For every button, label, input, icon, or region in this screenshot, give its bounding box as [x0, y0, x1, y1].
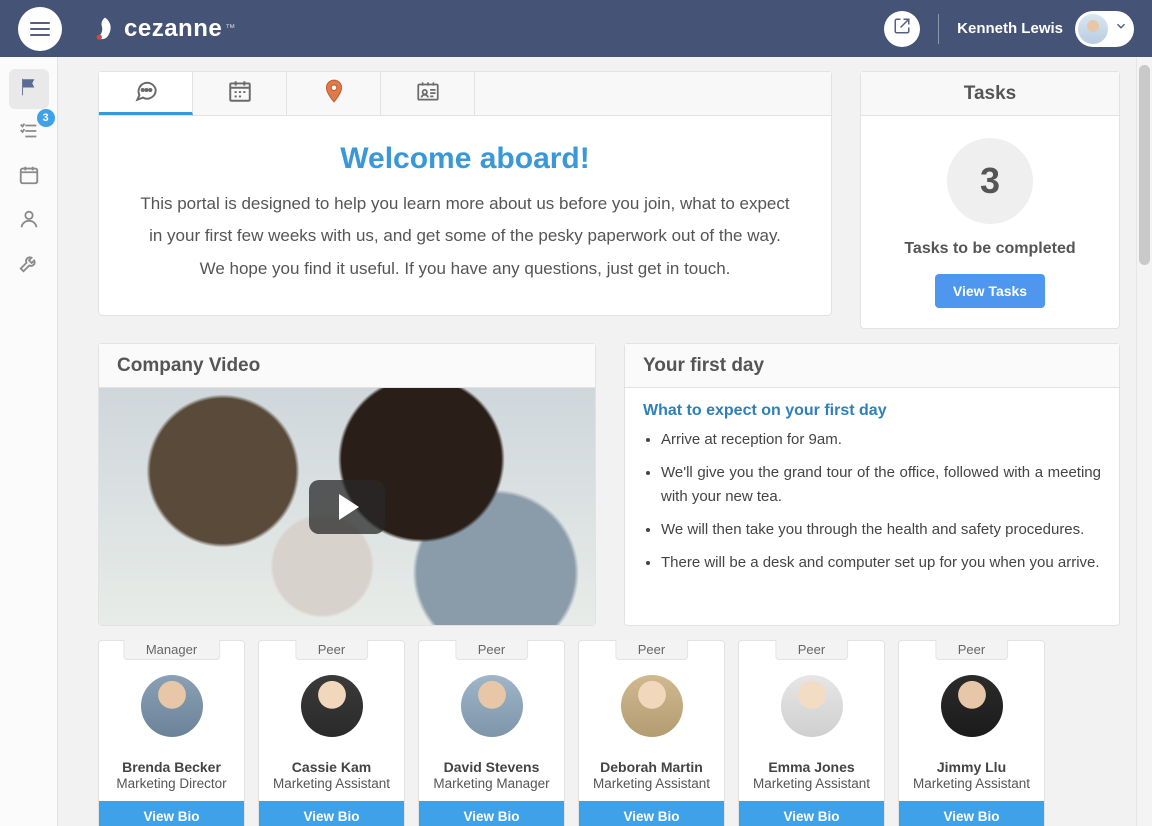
tab-messages[interactable]	[99, 72, 193, 115]
chevron-down-icon	[1114, 19, 1128, 38]
person-title: Marketing Manager	[429, 776, 553, 791]
role-chip: Peer	[615, 640, 688, 660]
first-day-subheading: What to expect on your first day	[643, 402, 1101, 420]
person-card: Peer Deborah Martin Marketing Assistant …	[578, 640, 725, 826]
first-day-item: We will then take you through the health…	[661, 518, 1101, 541]
avatar	[301, 675, 363, 737]
compose-button[interactable]	[884, 11, 920, 47]
person-card: Peer Jimmy Llu Marketing Assistant View …	[898, 640, 1045, 826]
welcome-card: Welcome aboard! This portal is designed …	[98, 71, 832, 316]
first-day-item: We'll give you the grand tour of the off…	[661, 461, 1101, 508]
person-title: Marketing Assistant	[269, 776, 394, 791]
play-button[interactable]	[309, 480, 385, 534]
hamburger-icon	[30, 22, 50, 36]
brand-name: cezanne	[124, 15, 222, 43]
person-card: Peer Cassie Kam Marketing Assistant View…	[258, 640, 405, 826]
person-name: Brenda Becker	[122, 759, 221, 775]
avatar	[461, 675, 523, 737]
avatar	[141, 675, 203, 737]
view-tasks-button[interactable]: View Tasks	[935, 274, 1045, 308]
tab-strip-spacer	[475, 72, 831, 115]
left-nav-rail: 3	[0, 57, 58, 826]
view-bio-button[interactable]: View Bio	[419, 801, 564, 826]
role-chip: Peer	[455, 640, 528, 660]
wrench-icon	[18, 252, 40, 279]
flag-icon	[18, 76, 40, 103]
divider	[938, 14, 939, 44]
rail-people[interactable]	[9, 201, 49, 241]
first-day-panel: Your first day What to expect on your fi…	[624, 343, 1120, 626]
person-name: Emma Jones	[768, 759, 854, 775]
welcome-text: This portal is designed to help you lear…	[135, 188, 795, 285]
id-card-icon	[415, 78, 441, 109]
calendar-icon	[18, 164, 40, 191]
tab-location[interactable]	[287, 72, 381, 115]
avatar	[621, 675, 683, 737]
vertical-scrollbar[interactable]	[1136, 57, 1152, 826]
person-card: Peer David Stevens Marketing Manager Vie…	[418, 640, 565, 826]
tasks-heading: Tasks	[861, 72, 1119, 116]
view-bio-button[interactable]: View Bio	[739, 801, 884, 826]
scrollbar-thumb[interactable]	[1139, 65, 1150, 265]
first-day-heading: Your first day	[625, 344, 1119, 388]
rail-settings[interactable]	[9, 245, 49, 285]
role-chip: Manager	[123, 640, 220, 660]
rail-tasks[interactable]: 3	[9, 113, 49, 153]
video-heading: Company Video	[99, 344, 595, 388]
menu-toggle-button[interactable]	[18, 7, 62, 51]
person-name: Jimmy Llu	[937, 759, 1006, 775]
first-day-item: There will be a desk and computer set up…	[661, 551, 1101, 574]
role-chip: Peer	[775, 640, 848, 660]
trademark: ™	[225, 23, 236, 34]
person-card: Manager Brenda Becker Marketing Director…	[98, 640, 245, 826]
avatar	[1078, 14, 1108, 44]
main-content: Welcome aboard! This portal is designed …	[58, 57, 1136, 826]
rail-calendar[interactable]	[9, 157, 49, 197]
first-day-list: Arrive at reception for 9am. We'll give …	[661, 428, 1101, 574]
avatar	[781, 675, 843, 737]
person-name: Cassie Kam	[292, 759, 371, 775]
view-bio-button[interactable]: View Bio	[579, 801, 724, 826]
tab-contacts[interactable]	[381, 72, 475, 115]
tasks-card: Tasks 3 Tasks to be completed View Tasks	[860, 71, 1120, 329]
welcome-title: Welcome aboard!	[135, 142, 795, 176]
tasks-count: 3	[947, 138, 1033, 224]
rail-home[interactable]	[9, 69, 49, 109]
brand-logo: cezanne ™	[92, 15, 236, 43]
speech-bubble-icon	[133, 77, 159, 108]
video-thumbnail	[99, 388, 595, 625]
company-video-panel: Company Video	[98, 343, 596, 626]
person-name: Deborah Martin	[600, 759, 703, 775]
edit-icon	[893, 17, 911, 40]
checklist-icon	[18, 120, 40, 147]
leaf-icon	[92, 16, 118, 42]
user-menu-button[interactable]	[1075, 11, 1134, 47]
calendar-grid-icon	[227, 78, 253, 109]
view-bio-button[interactable]: View Bio	[899, 801, 1044, 826]
tasks-label: Tasks to be completed	[904, 240, 1075, 258]
first-day-item: Arrive at reception for 9am.	[661, 428, 1101, 451]
person-name: David Stevens	[444, 759, 540, 775]
person-title: Marketing Director	[112, 776, 230, 791]
person-title: Marketing Assistant	[749, 776, 874, 791]
app-header: cezanne ™ Kenneth Lewis	[0, 0, 1152, 57]
person-icon	[18, 208, 40, 235]
tasks-badge: 3	[37, 109, 55, 127]
role-chip: Peer	[295, 640, 368, 660]
person-card: Peer Emma Jones Marketing Assistant View…	[738, 640, 885, 826]
current-user-name: Kenneth Lewis	[957, 20, 1063, 37]
avatar	[941, 675, 1003, 737]
view-bio-button[interactable]: View Bio	[99, 801, 244, 826]
person-title: Marketing Assistant	[909, 776, 1034, 791]
tab-calendar[interactable]	[193, 72, 287, 115]
map-pin-icon	[321, 78, 347, 109]
role-chip: Peer	[935, 640, 1008, 660]
people-row: Manager Brenda Becker Marketing Director…	[98, 640, 1136, 826]
tab-strip	[99, 72, 831, 116]
person-title: Marketing Assistant	[589, 776, 714, 791]
view-bio-button[interactable]: View Bio	[259, 801, 404, 826]
